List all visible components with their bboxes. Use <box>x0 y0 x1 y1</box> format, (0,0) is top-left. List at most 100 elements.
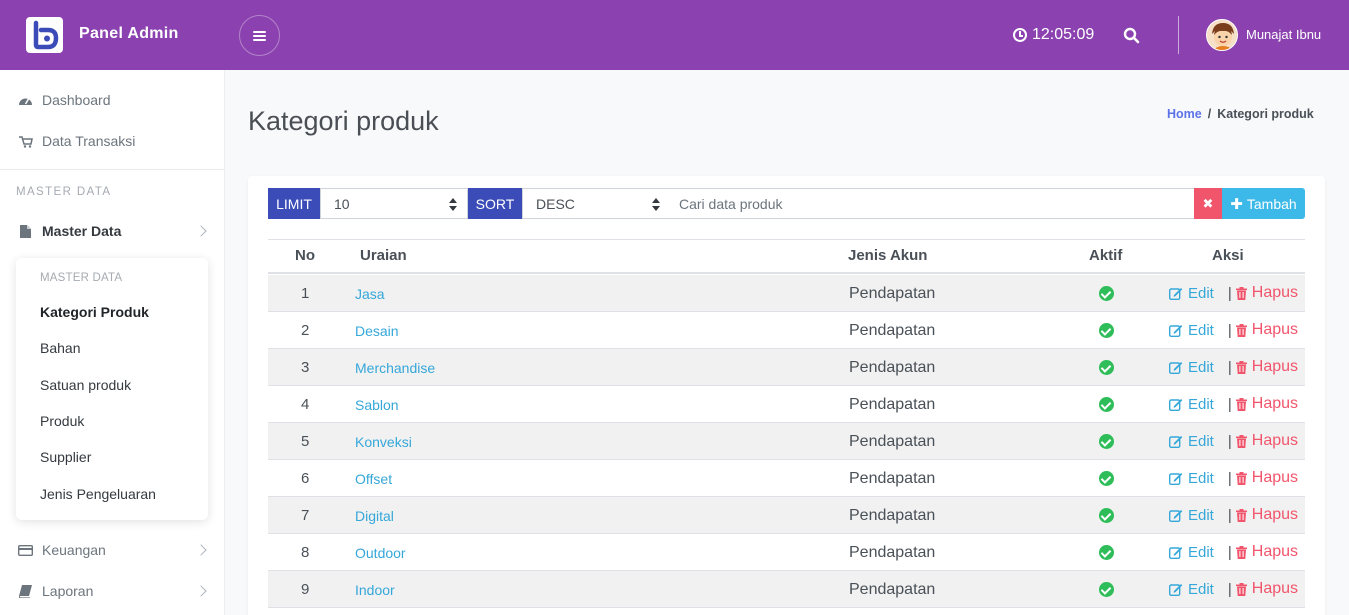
cell-uraian-link[interactable]: Indoor <box>355 582 395 598</box>
edit-label: Edit <box>1188 358 1214 376</box>
submenu-item-supplier[interactable]: Supplier <box>40 449 91 465</box>
check-circle-icon <box>1099 545 1114 560</box>
dashboard-icon <box>18 94 33 107</box>
user-name[interactable]: Munajat Ibnu <box>1246 27 1321 42</box>
submenu-item-produk[interactable]: Produk <box>40 413 84 429</box>
edit-icon <box>1169 509 1183 522</box>
edit-icon <box>1169 546 1183 559</box>
column-header-aksi: Aksi <box>1212 247 1244 264</box>
edit-button[interactable]: Edit <box>1169 433 1214 450</box>
submenu-item-bahan[interactable]: Bahan <box>40 340 80 356</box>
cell-actions: Edit | Hapus <box>1169 543 1298 561</box>
table-header: No Uraian Jenis Akun Aktif Aksi <box>268 240 1305 274</box>
edit-button[interactable]: Edit <box>1169 507 1214 524</box>
add-button[interactable]: ✚ Tambah <box>1222 188 1305 219</box>
trash-icon <box>1235 397 1247 411</box>
submenu-heading: MASTER DATA <box>40 272 123 284</box>
action-separator: | <box>1227 358 1232 376</box>
trash-icon <box>1235 286 1247 300</box>
brand-logo[interactable] <box>26 17 63 53</box>
edit-icon <box>1169 287 1183 300</box>
delete-button[interactable]: Hapus <box>1235 469 1299 487</box>
chevron-right-icon <box>195 225 207 237</box>
cell-uraian-link[interactable]: Offset <box>355 471 392 487</box>
delete-button[interactable]: Hapus <box>1235 580 1298 598</box>
check-circle-icon <box>1099 434 1114 449</box>
delete-label: Hapus <box>1251 469 1299 486</box>
delete-button[interactable]: Hapus <box>1235 358 1299 376</box>
delete-button[interactable]: Hapus <box>1235 506 1299 524</box>
table-row: 6 Offset Pendapatan Edit | Hapus <box>268 460 1305 497</box>
edit-button[interactable]: Edit <box>1169 285 1214 302</box>
delete-button[interactable]: Hapus <box>1235 432 1298 450</box>
delete-label: Hapus <box>1251 284 1299 301</box>
delete-label: Hapus <box>1251 506 1299 523</box>
master-data-submenu: MASTER DATA Kategori Produk Bahan Satuan… <box>16 258 208 520</box>
trash-icon <box>1235 323 1247 337</box>
cell-uraian-link[interactable]: Jasa <box>355 286 385 302</box>
breadcrumb-current: Kategori produk <box>1217 107 1314 121</box>
clear-search-button[interactable]: ✖ <box>1194 188 1222 219</box>
check-circle-icon <box>1099 286 1114 301</box>
delete-button[interactable]: Hapus <box>1235 543 1298 561</box>
book-icon <box>18 584 33 598</box>
clock-time: 12:05:09 <box>1032 26 1095 43</box>
submenu-item-satuan-produk[interactable]: Satuan produk <box>40 377 131 393</box>
cell-no: 6 <box>301 470 310 487</box>
edit-button[interactable]: Edit <box>1169 396 1214 413</box>
check-circle-icon <box>1099 360 1114 375</box>
sidebar-item-data-transaksi[interactable]: Data Transaksi <box>18 133 135 149</box>
cart-icon <box>18 135 33 148</box>
edit-icon <box>1169 435 1183 448</box>
edit-button[interactable]: Edit <box>1169 359 1214 376</box>
sidebar-item-laporan[interactable]: Laporan <box>18 583 93 599</box>
limit-value: 10 <box>334 195 350 212</box>
cell-uraian-link[interactable]: Desain <box>355 323 399 339</box>
table-row: 9 Indoor Pendapatan Edit | Hapus <box>268 571 1305 608</box>
edit-icon <box>1169 398 1183 411</box>
edit-button[interactable]: Edit <box>1169 544 1214 561</box>
check-circle-icon <box>1099 397 1114 412</box>
edit-button[interactable]: Edit <box>1169 470 1214 487</box>
action-separator: | <box>1227 543 1232 561</box>
sidebar-item-label: Data Transaksi <box>42 133 136 149</box>
cell-uraian-link[interactable]: Sablon <box>355 397 399 413</box>
cell-uraian-link[interactable]: Digital <box>355 508 394 524</box>
menu-toggle-button[interactable] <box>239 15 280 56</box>
cell-actions: Edit | Hapus <box>1169 506 1298 524</box>
edit-button[interactable]: Edit <box>1169 322 1214 339</box>
action-separator: | <box>1227 580 1232 598</box>
delete-button[interactable]: Hapus <box>1235 321 1298 339</box>
delete-button[interactable]: Hapus <box>1235 284 1299 302</box>
edit-button[interactable]: Edit <box>1169 581 1214 598</box>
action-separator: | <box>1227 469 1232 487</box>
submenu-item-jenis-pengeluaran[interactable]: Jenis Pengeluaran <box>40 486 156 502</box>
cell-actions: Edit | Hapus <box>1169 580 1298 598</box>
breadcrumb-home-link[interactable]: Home <box>1167 107 1202 121</box>
cell-uraian-link[interactable]: Outdoor <box>355 545 406 561</box>
edit-label: Edit <box>1188 395 1214 413</box>
sort-select[interactable]: DESC <box>522 188 671 219</box>
sidebar-item-keuangan[interactable]: Keuangan <box>18 542 106 558</box>
search-input[interactable] <box>670 188 1195 219</box>
hamburger-icon <box>253 30 266 41</box>
cell-uraian-link[interactable]: Merchandise <box>355 360 435 376</box>
delete-button[interactable]: Hapus <box>1235 395 1298 413</box>
sidebar-section-heading: MASTER DATA <box>16 186 112 198</box>
sidebar-item-master-data[interactable]: Master Data <box>18 223 121 239</box>
chevron-right-icon <box>195 544 207 556</box>
limit-select[interactable]: 10 <box>320 188 468 219</box>
search-icon[interactable] <box>1123 27 1140 44</box>
trash-icon <box>1235 582 1247 596</box>
select-arrows-icon <box>652 198 660 211</box>
cell-uraian-link[interactable]: Konveksi <box>355 434 412 450</box>
table-row: 2 Desain Pendapatan Edit | Hapus <box>268 312 1305 349</box>
sidebar-item-dashboard[interactable]: Dashboard <box>18 92 111 108</box>
user-avatar[interactable] <box>1206 19 1238 51</box>
trash-icon <box>1235 471 1247 485</box>
delete-label: Hapus <box>1251 358 1299 375</box>
submenu-item-kategori-produk[interactable]: Kategori Produk <box>40 304 149 320</box>
cell-no: 8 <box>301 544 310 561</box>
edit-icon <box>1169 472 1183 485</box>
cell-no: 1 <box>301 285 310 302</box>
